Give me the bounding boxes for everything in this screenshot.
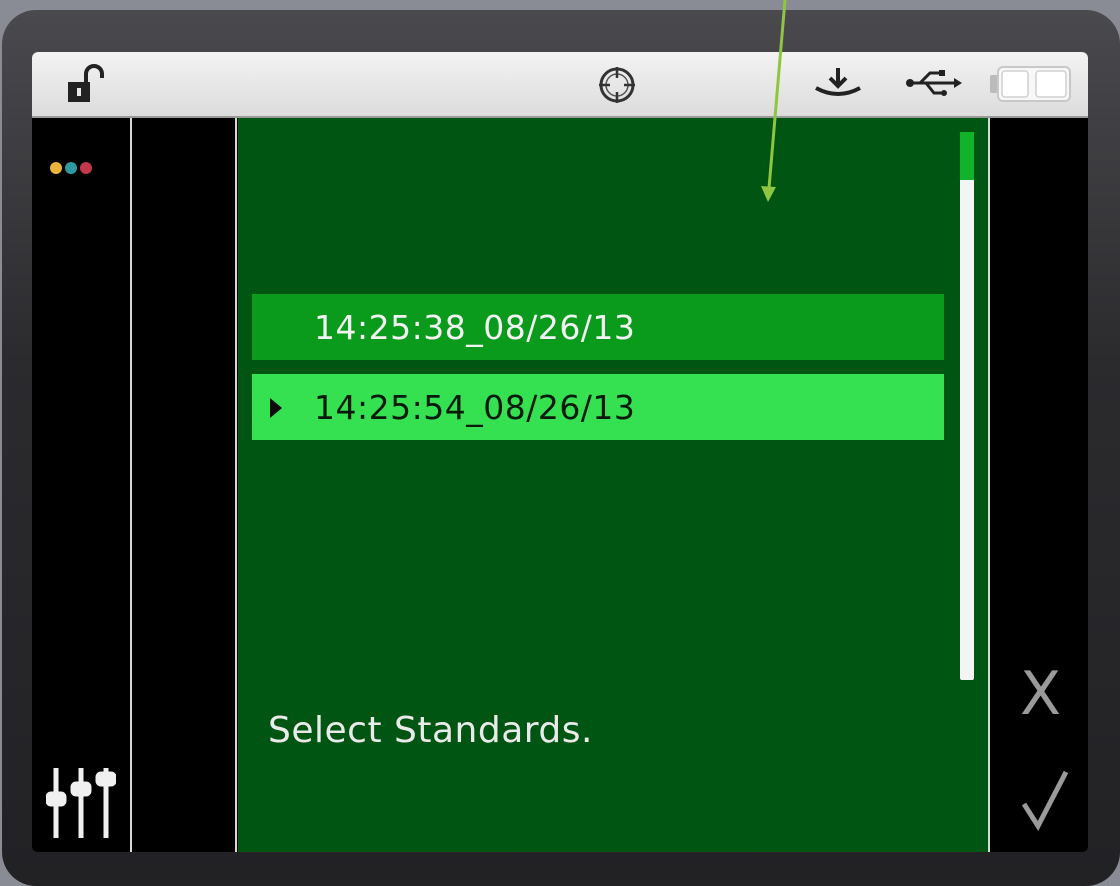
download-tray-icon	[815, 68, 861, 96]
list-item-label: 14:25:38_08/26/13	[314, 307, 636, 347]
list-item[interactable]: 14:25:38_08/26/13	[252, 294, 944, 360]
battery-icon	[990, 66, 1071, 102]
sliders-icon[interactable]	[46, 766, 116, 840]
panel-divider	[235, 118, 237, 852]
status-dot-yellow	[50, 162, 62, 174]
scrollbar-thumb[interactable]	[960, 132, 974, 180]
status-dots	[50, 162, 92, 174]
scrollbar[interactable]	[960, 132, 974, 680]
status-bar	[32, 52, 1088, 118]
unlocked-padlock-icon[interactable]	[64, 64, 108, 104]
left-panel	[32, 118, 132, 852]
right-panel: X	[992, 118, 1088, 852]
list-item-label: 14:25:54_08/26/13	[314, 387, 636, 427]
usb-icon	[906, 70, 962, 96]
device-screen: 14:25:38_08/26/13 14:25:54_08/26/13 Sele…	[32, 52, 1088, 852]
crosshair-target-icon[interactable]	[596, 64, 638, 106]
list-item-selected[interactable]: 14:25:54_08/26/13	[252, 374, 944, 440]
panel-divider	[988, 118, 990, 852]
panel-divider	[130, 118, 132, 852]
standards-list-panel: 14:25:38_08/26/13 14:25:54_08/26/13 Sele…	[238, 118, 988, 852]
checkmark-icon[interactable]	[1020, 768, 1070, 832]
status-dot-red	[80, 162, 92, 174]
selection-arrow-icon	[270, 398, 282, 418]
cancel-button[interactable]: X	[1020, 664, 1061, 724]
instruction-text: Select Standards.	[268, 710, 593, 751]
status-dot-teal	[65, 162, 77, 174]
